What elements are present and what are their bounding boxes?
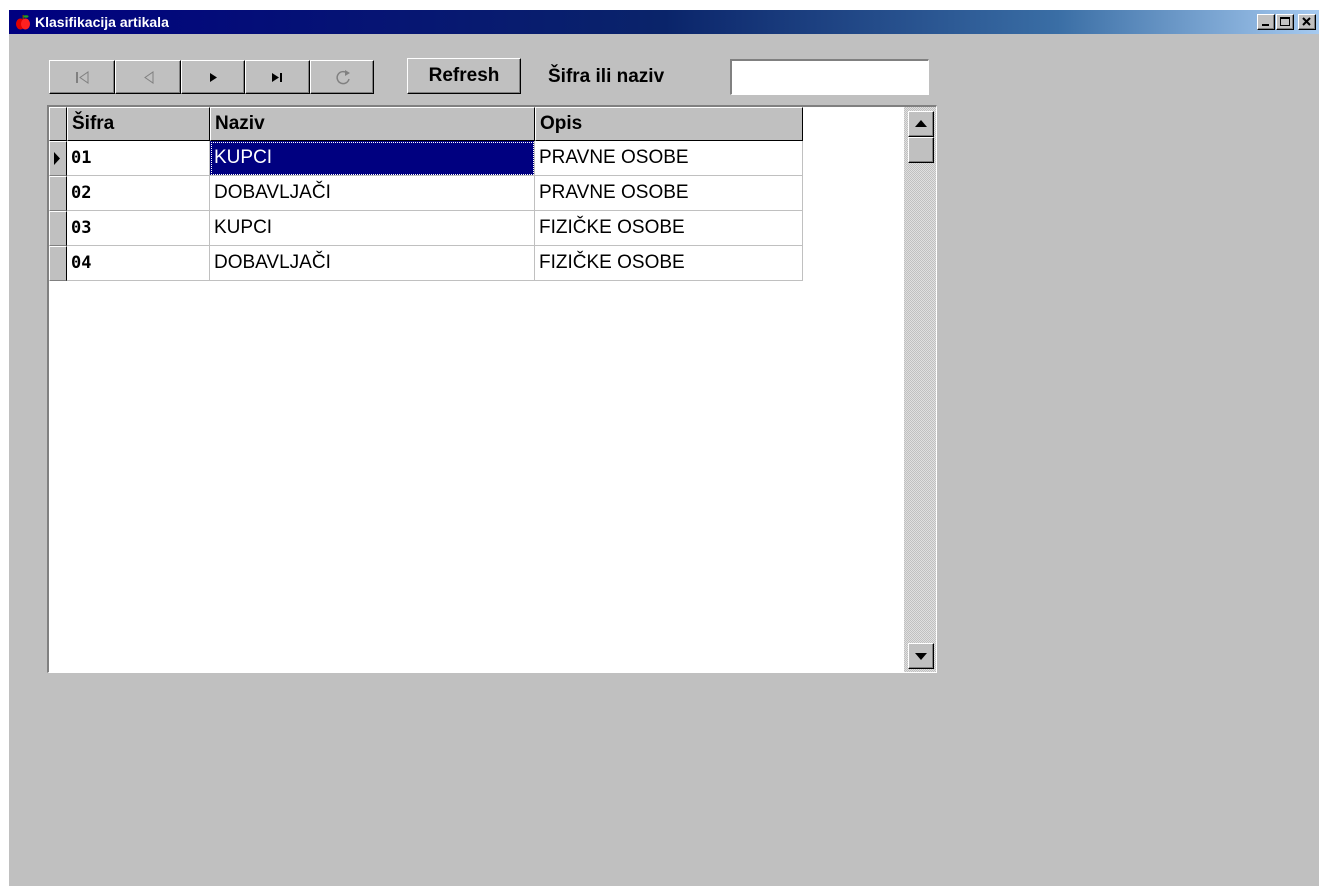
next-record-button[interactable] <box>181 60 245 94</box>
last-record-button[interactable] <box>245 60 310 94</box>
table-cell-opis[interactable]: PRAVNE OSOBE <box>535 176 803 211</box>
table-cell-sifra[interactable]: 03 <box>67 211 210 246</box>
table-cell-naziv[interactable]: DOBAVLJAČI <box>210 246 535 281</box>
arrow-down-icon <box>915 653 927 660</box>
row-indicator[interactable] <box>49 246 67 281</box>
data-grid[interactable]: Šifra Naziv Opis 01 KUPCI PRAVNE OSOBE 0… <box>47 105 937 673</box>
search-label: Šifra ili naziv <box>548 66 665 87</box>
minimize-icon <box>1262 24 1269 26</box>
table-cell-opis[interactable]: FIZIČKE OSOBE <box>535 246 803 281</box>
first-record-button[interactable] <box>49 60 115 94</box>
close-icon <box>1302 17 1311 26</box>
refresh-icon <box>336 70 350 85</box>
table-cell-naziv[interactable]: KUPCI <box>210 211 535 246</box>
triangle-right-icon <box>210 73 217 82</box>
refresh-record-button[interactable] <box>310 60 374 94</box>
table-cell-opis[interactable]: PRAVNE OSOBE <box>535 141 803 176</box>
skip-last-icon <box>272 73 282 82</box>
apple-icon[interactable] <box>15 14 31 30</box>
row-indicator[interactable] <box>49 176 67 211</box>
window-title: Klasifikacija artikala <box>35 14 169 30</box>
skip-first-icon <box>76 71 89 84</box>
scroll-down-button[interactable] <box>908 643 934 669</box>
table-cell-sifra[interactable]: 04 <box>67 246 210 281</box>
column-header-sifra[interactable]: Šifra <box>67 107 210 141</box>
column-header-opis[interactable]: Opis <box>535 107 803 141</box>
triangle-left-icon <box>144 71 154 84</box>
refresh-button[interactable]: Refresh <box>407 58 521 94</box>
title-bar[interactable]: Klasifikacija artikala <box>9 10 1319 34</box>
table-cell-naziv-selected[interactable]: KUPCI <box>210 141 535 176</box>
current-row-arrow-icon <box>54 152 60 165</box>
scroll-up-button[interactable] <box>908 111 934 137</box>
arrow-up-icon <box>915 120 927 127</box>
prior-record-button[interactable] <box>115 60 181 94</box>
search-input[interactable] <box>730 59 929 95</box>
minimize-button[interactable] <box>1257 14 1275 30</box>
table-cell-sifra[interactable]: 01 <box>67 141 210 176</box>
row-indicator[interactable] <box>49 211 67 246</box>
main-window: Klasifikacija artikala Refresh Šifra ili… <box>8 9 1319 886</box>
vertical-scrollbar[interactable] <box>904 107 936 672</box>
table-cell-opis[interactable]: FIZIČKE OSOBE <box>535 211 803 246</box>
maximize-button[interactable] <box>1276 14 1294 30</box>
header-corner <box>49 107 67 141</box>
close-button[interactable] <box>1298 14 1316 30</box>
maximize-icon <box>1280 17 1290 26</box>
column-header-naziv[interactable]: Naziv <box>210 107 535 141</box>
scroll-thumb[interactable] <box>908 137 934 163</box>
table-cell-naziv[interactable]: DOBAVLJAČI <box>210 176 535 211</box>
row-indicator[interactable] <box>49 141 67 176</box>
table-cell-sifra[interactable]: 02 <box>67 176 210 211</box>
